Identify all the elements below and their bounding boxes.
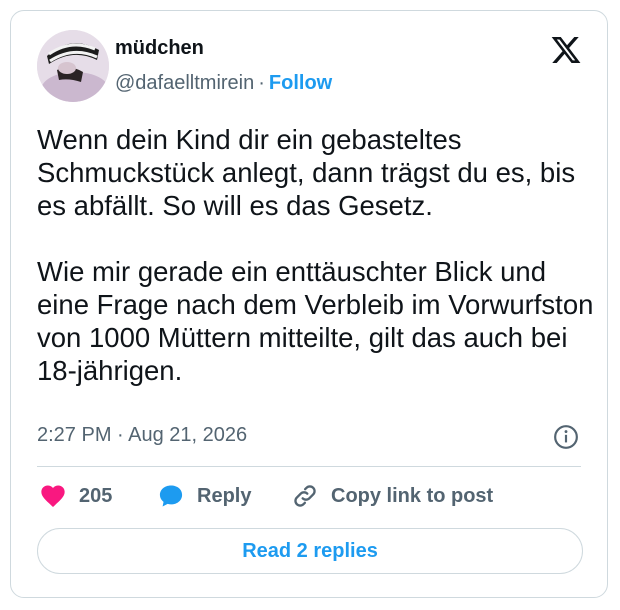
tweet-card: müdchen @dafaelltmirein · Follow Wenn dein… (10, 10, 608, 598)
reply-button[interactable]: Reply (157, 481, 251, 511)
avatar[interactable] (37, 30, 109, 102)
action-bar: 205 Reply Copy link to post (37, 481, 597, 511)
author-display-name[interactable]: müdchen (115, 37, 204, 60)
tweet-text: Wenn dein Kind dir ein gebasteltes Schmu… (37, 123, 597, 387)
info-icon[interactable] (553, 424, 579, 450)
author-handle[interactable]: @dafaelltmirein (115, 72, 254, 94)
separator-dot: · (258, 72, 265, 94)
like-button[interactable]: 205 (39, 481, 112, 511)
like-count: 205 (79, 484, 113, 507)
tweet-paragraph: Wenn dein Kind dir ein gebasteltes Schmu… (37, 124, 576, 221)
copy-link-label: Copy link to post (331, 484, 494, 507)
heart-icon (41, 485, 65, 507)
divider (37, 466, 581, 467)
read-replies-label: Read 2 replies (242, 539, 378, 562)
read-replies-button[interactable]: Read 2 replies (37, 528, 583, 574)
tweet-timestamp[interactable]: 2:27 PM · Aug 21, 2026 (37, 424, 247, 447)
author-handle-line: @dafaelltmirein · Follow (115, 72, 332, 95)
x-logo-icon[interactable] (550, 34, 582, 66)
tweet-paragraph: Wie mir gerade ein enttäuschter Blick un… (37, 256, 594, 386)
link-icon (294, 485, 316, 507)
follow-button[interactable]: Follow (269, 72, 332, 94)
avatar-image (37, 30, 109, 102)
copy-link-button[interactable]: Copy link to post (291, 481, 493, 511)
speech-bubble-icon (159, 485, 183, 507)
reply-label: Reply (197, 484, 252, 507)
